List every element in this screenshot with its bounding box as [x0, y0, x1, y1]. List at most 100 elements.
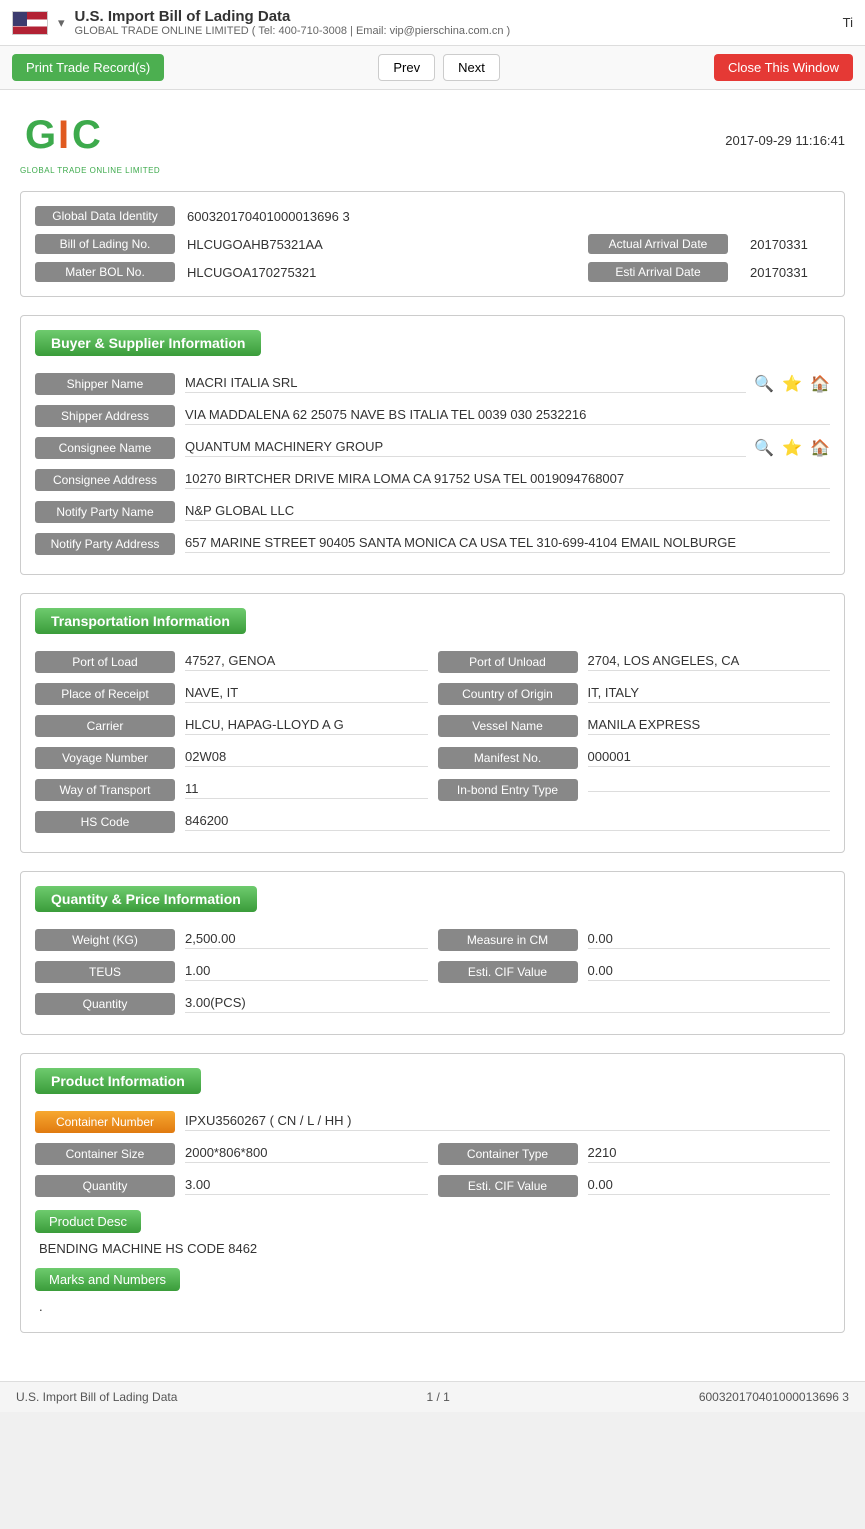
home-icon[interactable]: 🏠: [810, 374, 830, 394]
way-of-transport-label: Way of Transport: [35, 779, 175, 801]
product-desc-text: BENDING MACHINE HS CODE 8462: [35, 1237, 830, 1260]
global-data-identity-row: Global Data Identity 6003201704010000136…: [35, 202, 830, 230]
in-bond-entry-value: [588, 789, 831, 792]
teus-value: 1.00: [185, 963, 428, 981]
container-type-label: Container Type: [438, 1143, 578, 1165]
search-icon[interactable]: 🔍: [754, 374, 774, 394]
notify-party-name-value: N&P GLOBAL LLC: [185, 503, 830, 521]
place-country-row: Place of Receipt NAVE, IT Country of Ori…: [35, 678, 830, 710]
marks-container: Marks and Numbers .: [35, 1260, 830, 1318]
voyage-number-label: Voyage Number: [35, 747, 175, 769]
voyage-manifest-row: Voyage Number 02W08 Manifest No. 000001: [35, 742, 830, 774]
product-information-section: Product Information Container Number IPX…: [20, 1053, 845, 1333]
shipper-name-value: MACRI ITALIA SRL: [185, 375, 746, 393]
marks-button[interactable]: Marks and Numbers: [35, 1268, 180, 1291]
place-of-receipt-label: Place of Receipt: [35, 683, 175, 705]
dropdown-arrow[interactable]: ▾: [58, 15, 65, 31]
port-of-unload-col: Port of Unload 2704, LOS ANGELES, CA: [438, 651, 831, 673]
voyage-number-value: 02W08: [185, 749, 428, 767]
notify-party-name-row: Notify Party Name N&P GLOBAL LLC: [35, 496, 830, 528]
teus-label: TEUS: [35, 961, 175, 983]
logo-area: G I C GLOBAL TRADE ONLINE LIMITED: [20, 106, 160, 175]
star-icon[interactable]: ⭐: [782, 374, 802, 394]
in-bond-entry-col: In-bond Entry Type: [438, 779, 831, 801]
svg-text:C: C: [72, 113, 101, 157]
shipper-address-row: Shipper Address VIA MADDALENA 62 25075 N…: [35, 400, 830, 432]
container-type-col: Container Type 2210: [438, 1143, 831, 1165]
timestamp: 2017-09-29 11:16:41: [725, 133, 845, 148]
close-button[interactable]: Close This Window: [714, 54, 853, 81]
search-icon-2[interactable]: 🔍: [754, 438, 774, 458]
shipper-name-label: Shipper Name: [35, 373, 175, 395]
country-of-origin-label: Country of Origin: [438, 683, 578, 705]
esti-arrival-value: 20170331: [750, 265, 830, 280]
measure-cm-label: Measure in CM: [438, 929, 578, 951]
mater-bol-value: HLCUGOA170275321: [187, 265, 578, 280]
footer: U.S. Import Bill of Lading Data 1 / 1 60…: [0, 1381, 865, 1412]
product-desc-button[interactable]: Product Desc: [35, 1210, 141, 1233]
esti-cif-label: Esti. CIF Value: [438, 961, 578, 983]
vessel-name-col: Vessel Name MANILA EXPRESS: [438, 715, 831, 737]
buyer-supplier-section: Buyer & Supplier Information Shipper Nam…: [20, 315, 845, 575]
mater-bol-row: Mater BOL No. HLCUGOA170275321 Esti Arri…: [35, 258, 830, 286]
tab-label: Ti: [843, 15, 853, 30]
product-quantity-col: Quantity 3.00: [35, 1175, 428, 1197]
global-data-identity-label: Global Data Identity: [35, 206, 175, 226]
consignee-address-label: Consignee Address: [35, 469, 175, 491]
top-bar: ▾ U.S. Import Bill of Lading Data GLOBAL…: [0, 0, 865, 46]
notify-party-address-row: Notify Party Address 657 MARINE STREET 9…: [35, 528, 830, 560]
quantity-price-section: Quantity & Price Information Weight (KG)…: [20, 871, 845, 1035]
container-number-value: IPXU3560267 ( CN / L / HH ): [185, 1113, 830, 1131]
product-esti-cif-label: Esti. CIF Value: [438, 1175, 578, 1197]
carrier-value: HLCU, HAPAG-LLOYD A G: [185, 717, 428, 735]
consignee-name-value: QUANTUM MACHINERY GROUP: [185, 439, 746, 457]
container-size-value: 2000*806*800: [185, 1145, 428, 1163]
print-button[interactable]: Print Trade Record(s): [12, 54, 164, 81]
vessel-name-label: Vessel Name: [438, 715, 578, 737]
product-quantity-cif-row: Quantity 3.00 Esti. CIF Value 0.00: [35, 1170, 830, 1202]
teus-col: TEUS 1.00: [35, 961, 428, 983]
transportation-title: Transportation Information: [35, 608, 246, 634]
footer-left: U.S. Import Bill of Lading Data: [16, 1390, 177, 1404]
bill-of-lading-label: Bill of Lading No.: [35, 234, 175, 254]
container-size-type-row: Container Size 2000*806*800 Container Ty…: [35, 1138, 830, 1170]
teus-cif-row: TEUS 1.00 Esti. CIF Value 0.00: [35, 956, 830, 988]
way-of-transport-col: Way of Transport 11: [35, 779, 428, 801]
manifest-col: Manifest No. 000001: [438, 747, 831, 769]
weight-label: Weight (KG): [35, 929, 175, 951]
hs-code-row: HS Code 846200: [35, 806, 830, 838]
container-size-col: Container Size 2000*806*800: [35, 1143, 428, 1165]
bill-of-lading-row: Bill of Lading No. HLCUGOAHB75321AA Actu…: [35, 230, 830, 258]
container-number-label: Container Number: [35, 1111, 175, 1133]
transport-bond-row: Way of Transport 11 In-bond Entry Type: [35, 774, 830, 806]
consignee-name-row: Consignee Name QUANTUM MACHINERY GROUP 🔍…: [35, 432, 830, 464]
home-icon-2[interactable]: 🏠: [810, 438, 830, 458]
identity-card: Global Data Identity 6003201704010000136…: [20, 191, 845, 297]
prev-button[interactable]: Prev: [378, 54, 435, 81]
carrier-col: Carrier HLCU, HAPAG-LLOYD A G: [35, 715, 428, 737]
container-number-row: Container Number IPXU3560267 ( CN / L / …: [35, 1106, 830, 1138]
product-information-title: Product Information: [35, 1068, 201, 1094]
port-of-unload-value: 2704, LOS ANGELES, CA: [588, 653, 831, 671]
consignee-name-label: Consignee Name: [35, 437, 175, 459]
notify-party-name-label: Notify Party Name: [35, 501, 175, 523]
shipper-address-label: Shipper Address: [35, 405, 175, 427]
product-esti-cif-value: 0.00: [588, 1177, 831, 1195]
subtitle: GLOBAL TRADE ONLINE LIMITED ( Tel: 400-7…: [75, 25, 511, 37]
quantity-price-title: Quantity & Price Information: [35, 886, 257, 912]
manifest-no-value: 000001: [588, 749, 831, 767]
port-row: Port of Load 47527, GENOA Port of Unload…: [35, 646, 830, 678]
global-data-identity-value: 600320170401000013696 3: [187, 209, 350, 224]
country-of-origin-value: IT, ITALY: [588, 685, 831, 703]
actual-arrival-label: Actual Arrival Date: [588, 234, 728, 254]
quantity-row: Quantity 3.00(PCS): [35, 988, 830, 1020]
mater-bol-label: Mater BOL No.: [35, 262, 175, 282]
star-icon-2[interactable]: ⭐: [782, 438, 802, 458]
product-cif-col: Esti. CIF Value 0.00: [438, 1175, 831, 1197]
marks-text: .: [35, 1295, 830, 1318]
port-of-load-col: Port of Load 47527, GENOA: [35, 651, 428, 673]
footer-right: 600320170401000013696 3: [699, 1390, 849, 1404]
svg-text:I: I: [58, 113, 69, 157]
next-button[interactable]: Next: [443, 54, 500, 81]
port-of-unload-label: Port of Unload: [438, 651, 578, 673]
